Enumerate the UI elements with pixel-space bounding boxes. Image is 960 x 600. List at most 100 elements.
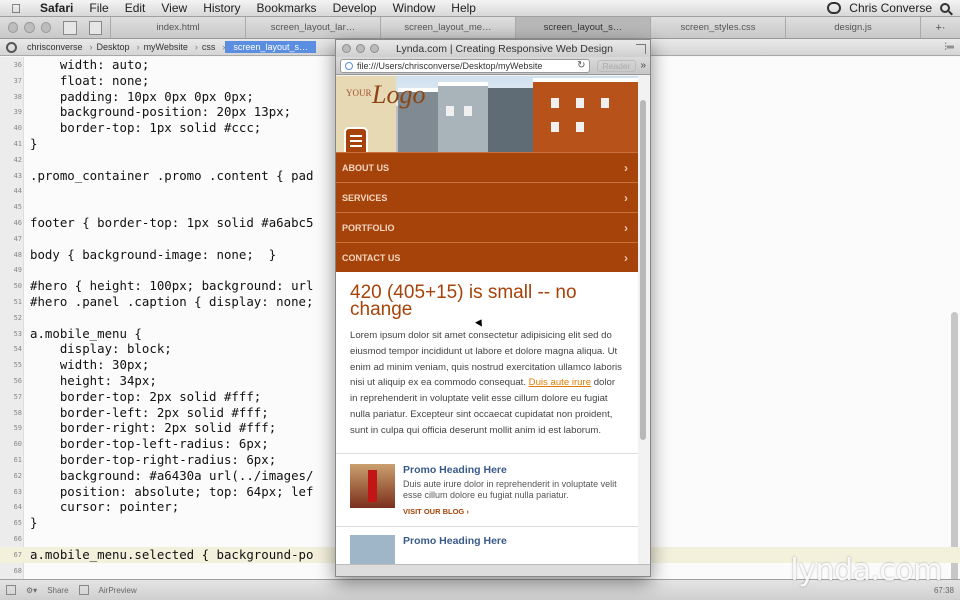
airpreview-checkbox[interactable] [78,585,89,595]
menu-bar:  Safari File Edit View History Bookmark… [0,0,960,17]
apple-icon[interactable]:  [0,1,32,16]
promo-thumbnail [350,463,395,508]
refresh-icon[interactable]: ↻ [574,60,588,71]
web-page-viewport[interactable]: YOUR Logo ABOUT US › SERVICES › PORTFOLI… [336,76,638,566]
line-number: 36 [13,61,22,69]
code-text: #hero .panel .caption { display: none; [30,294,314,309]
close-window-button[interactable] [8,22,19,33]
line-number: 49 [13,266,22,275]
creative-cloud-icon[interactable] [827,2,842,14]
line-number: 65 [13,519,22,528]
hero-banner: YOUR Logo [336,76,638,152]
promo-block: Promo Heading Here Duis aute irure dolor… [336,452,638,526]
menu-view[interactable]: View [153,1,195,15]
tab-screen-styles[interactable]: screen_styles.css [650,17,785,38]
minimize-window-button[interactable] [24,22,35,33]
safari-zoom-button[interactable] [370,44,379,53]
menu-window[interactable]: Window [385,1,444,15]
breadcrumb-current-file[interactable]: screen_layout_s… [225,41,316,53]
line-number: 67 [13,550,22,559]
menu-edit[interactable]: Edit [117,1,154,15]
line-number: 37 [13,76,22,85]
zoom-window-button[interactable] [40,22,52,33]
breadcrumb-mywebsite[interactable]: myWebsite [140,42,199,52]
code-text: } [30,136,38,151]
code-text: border-top: 2px solid #fff; [30,388,262,404]
nav-item-about-us[interactable]: ABOUT US › [336,152,638,182]
breadcrumb-css[interactable]: css [198,42,226,52]
line-number: 45 [13,203,22,212]
nav-item-contact-us[interactable]: CONTACT US › [336,242,638,272]
line-number: 48 [13,250,22,259]
menu-history[interactable]: History [195,1,248,15]
code-text: position: absolute; top: 64px; lef [30,483,314,499]
line-number: 57 [13,392,22,401]
mobile-nav: ABOUT US › SERVICES › PORTFOLIO › CONTAC… [336,152,638,272]
inline-link[interactable]: Duis aute irure [529,377,591,388]
mobile-menu-button[interactable] [344,127,368,152]
split-editor-icon[interactable]: ⫶═ [938,42,960,53]
more-toolbar-icon[interactable]: » [640,60,646,71]
menu-develop[interactable]: Develop [325,1,385,15]
tab-screen-layout-small[interactable]: screen_layout_s… [515,17,650,38]
code-text: border-top-right-radius: 6px; [30,452,277,467]
safari-horizontal-scrollbar[interactable] [336,564,650,576]
code-text: display: block; [30,341,172,357]
line-number: 38 [13,92,22,101]
line-number: 62 [13,471,22,480]
nav-label: SERVICES [342,192,388,203]
user-name[interactable]: Chris Converse [849,1,932,15]
menu-safari[interactable]: Safari [32,1,81,15]
tab-screen-layout-large[interactable]: screen_layout_lar… [245,17,380,38]
breadcrumb-desktop[interactable]: Desktop [93,42,140,52]
tab-design-js[interactable]: design.js [785,17,920,38]
fullscreen-icon[interactable] [636,43,646,54]
code-text: border-right: 2px solid #fff; [30,420,277,436]
code-text: float: none; [30,72,150,88]
line-number: 47 [13,234,22,243]
nav-item-services[interactable]: SERVICES › [336,182,638,212]
line-number: 59 [13,424,22,433]
panel-toggle-icon[interactable] [6,585,16,595]
chevron-right-icon: › [624,191,628,205]
window-controls [0,17,110,38]
code-text: border-top-left-radius: 6px; [30,436,269,452]
breadcrumb-chrisconverse[interactable]: chrisconverse [23,42,93,52]
line-number: 44 [13,187,22,196]
code-text: cursor: pointer; [30,499,180,515]
code-text: } [30,515,38,531]
logo[interactable]: Logo [372,80,425,110]
lynda-watermark: lynda.com [790,553,942,588]
safari-minimize-button[interactable] [356,44,365,53]
line-number: 66 [13,535,22,543]
tab-screen-layout-medium[interactable]: screen_layout_me… [380,17,515,38]
safari-scrollbar[interactable] [640,100,646,440]
line-number: 55 [13,361,22,370]
list-view-icon[interactable] [88,20,102,35]
url-text: file:///Users/chrisconverse/Desktop/myWe… [357,60,543,71]
gear-icon[interactable]: ⚙▾ [26,586,37,595]
logo-your-text: YOUR [346,88,372,98]
sidebar-toggle-icon[interactable] [63,20,77,35]
line-number: 42 [13,155,22,164]
nav-item-portfolio[interactable]: PORTFOLIO › [336,212,638,242]
share-button[interactable]: Share [47,586,68,595]
add-tab-icon[interactable]: +· [920,17,960,38]
code-text: border-top: 1px solid #ccc; [30,120,262,136]
menu-file[interactable]: File [81,1,116,15]
safari-address-bar: file:///Users/chrisconverse/Desktop/myWe… [336,57,650,75]
page-heading: 420 (405+15) is small -- no change [350,282,577,320]
line-number: 53 [13,329,22,338]
body-paragraph: Lorem ipsum dolor sit amet consectetur a… [350,328,624,439]
url-field[interactable]: file:///Users/chrisconverse/Desktop/myWe… [340,58,590,73]
menu-help[interactable]: Help [443,1,484,15]
reader-button[interactable]: Reader [596,59,637,72]
tab-index-html[interactable]: index.html [110,17,245,38]
visit-blog-link[interactable]: VISIT OUR BLOG › [403,507,624,516]
line-number: 41 [13,140,22,148]
navigation-icon[interactable] [6,41,17,53]
safari-close-button[interactable] [342,44,351,53]
menu-bookmarks[interactable]: Bookmarks [249,1,325,15]
promo-heading: Promo Heading Here [403,463,507,476]
spotlight-search-icon[interactable] [940,3,950,13]
